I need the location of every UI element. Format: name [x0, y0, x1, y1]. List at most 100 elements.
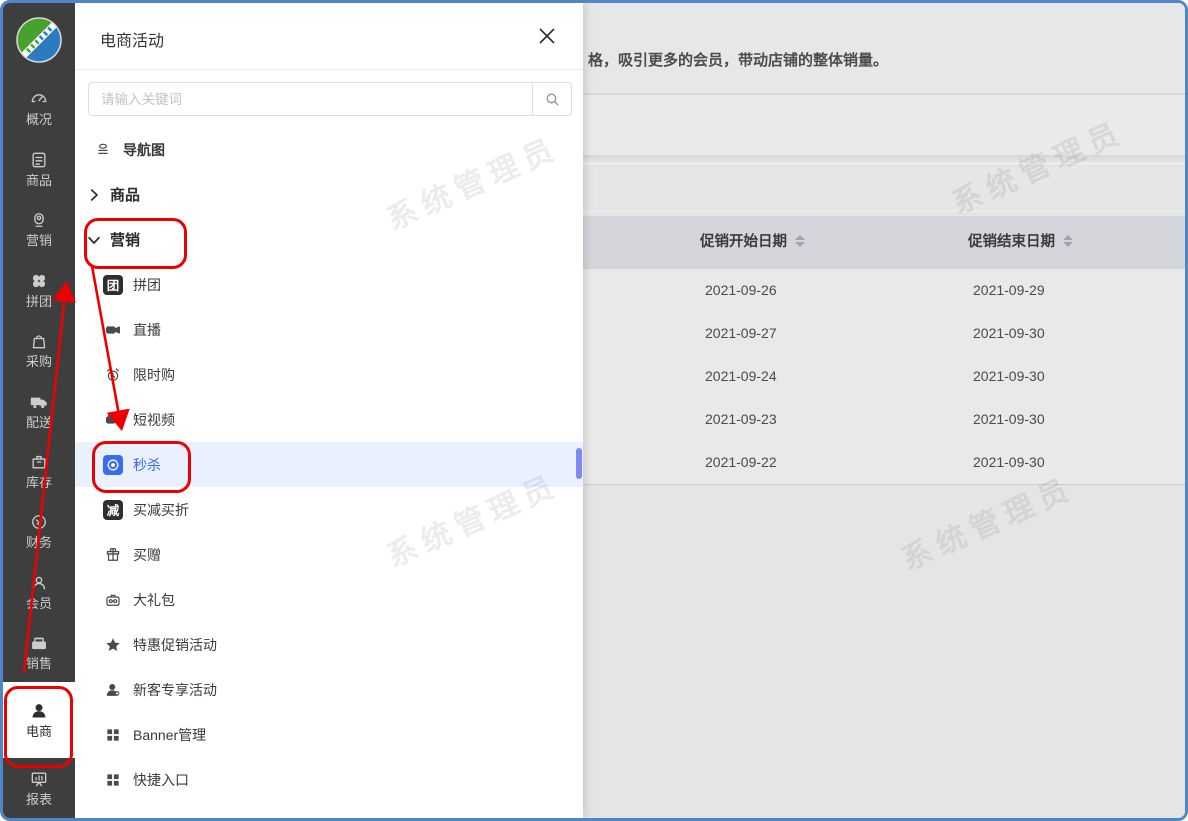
finance-coin-icon — [29, 512, 49, 532]
menu-item-gift[interactable]: 买赠 — [75, 532, 583, 577]
menu-item-flash-buy[interactable]: 限时购 — [75, 352, 583, 397]
menu-item-label: 短视频 — [133, 411, 175, 428]
sidebar-item-label: 报表 — [25, 792, 52, 808]
cell-start-date: 2021-09-27 — [705, 325, 777, 341]
chevron-down-icon — [84, 230, 104, 250]
column-header-end-date[interactable]: 促销结束日期 — [968, 216, 1073, 269]
flyout-header: 电商活动 — [75, 3, 583, 70]
menu-item-label: 大礼包 — [133, 591, 175, 608]
cell-end-date: 2021-09-30 — [973, 325, 1045, 341]
menu-item-label: 秒杀 — [133, 456, 161, 473]
menu-item-label: 营销 — [110, 232, 141, 249]
sidebar-item-label: 营销 — [25, 233, 52, 249]
sidebar-item-label: 商品 — [25, 172, 52, 188]
video-camera-icon — [103, 410, 123, 430]
logo-icon — [16, 17, 62, 63]
sort-caret-icon[interactable] — [795, 235, 805, 247]
ecommerce-person-icon — [29, 701, 49, 721]
navmap-icon — [93, 140, 113, 160]
panel-scrollbar-thumb[interactable] — [576, 448, 582, 479]
sidebar-item-marketing[interactable]: 营销 — [3, 198, 75, 258]
menu-item-marketing[interactable]: 营销 — [75, 217, 583, 262]
cell-end-date: 2021-09-30 — [973, 411, 1045, 427]
menu-item-short-video[interactable]: 短视频 — [75, 397, 583, 442]
menu-item-label: Banner管理 — [133, 726, 207, 743]
search-input[interactable] — [89, 83, 532, 115]
cell-end-date: 2021-09-29 — [973, 282, 1045, 298]
menu-item-label: 导航图 — [123, 141, 165, 158]
flyout-title: 电商活动 — [100, 33, 165, 50]
main-sidebar: 概况 商品 营销 拼团 采购 配送 库存 财务 会员 销售 电商 报表 — [3, 3, 75, 818]
sidebar-item-delivery[interactable]: 配送 — [3, 380, 75, 440]
menu-item-special-promo[interactable]: 特惠促销活动 — [75, 622, 583, 667]
discount-tile-icon: 减 — [103, 499, 123, 520]
menu-item-label: 买减买折 — [133, 501, 189, 518]
sidebar-item-purchase[interactable]: 采购 — [3, 319, 75, 379]
app-window: 格，吸引更多的会员，带动店铺的整体销量。 促销开始日期 促销结束日期 2021-… — [0, 0, 1188, 821]
sidebar-item-report[interactable]: 报表 — [3, 758, 75, 818]
sales-register-icon — [29, 633, 49, 653]
four-dots-icon — [29, 271, 49, 291]
sort-caret-icon[interactable] — [1063, 235, 1073, 247]
case-icon — [103, 590, 123, 610]
menu-item-label: 直播 — [133, 321, 161, 338]
sidebar-item-ecommerce[interactable]: 电商 — [3, 682, 75, 758]
sidebar-item-inventory[interactable]: 库存 — [3, 440, 75, 500]
seckill-tile-icon — [103, 454, 123, 475]
menu-item-banner-manage[interactable]: Banner管理 — [75, 712, 583, 757]
search-icon[interactable] — [532, 83, 571, 115]
keyword-searchbox — [88, 82, 572, 116]
cell-start-date: 2021-09-23 — [705, 411, 777, 427]
menu-item-groupbuy[interactable]: 团 拼团 — [75, 262, 583, 307]
menu-item-label: 特惠促销活动 — [133, 636, 217, 653]
sidebar-item-finance[interactable]: 财务 — [3, 501, 75, 561]
sidebar-item-groupbuy[interactable]: 拼团 — [3, 259, 75, 319]
sidebar-item-member[interactable]: 会员 — [3, 561, 75, 621]
app-logo[interactable] — [3, 3, 75, 77]
sidebar-item-goods[interactable]: 商品 — [3, 138, 75, 198]
member-person-icon — [29, 573, 49, 593]
report-board-icon — [29, 769, 49, 789]
menu-item-label: 买赠 — [133, 546, 161, 563]
column-header-start-date[interactable]: 促销开始日期 — [700, 216, 805, 269]
sidebar-item-label: 电商 — [25, 724, 52, 740]
delivery-truck-icon — [29, 392, 49, 412]
cell-start-date: 2021-09-26 — [705, 282, 777, 298]
menu-item-livestream[interactable]: 直播 — [75, 307, 583, 352]
grid-icon — [103, 770, 123, 790]
menu-item-label: 商品 — [110, 187, 141, 204]
person-plus-icon — [103, 680, 123, 700]
alarm-clock-icon — [103, 365, 123, 385]
sidebar-item-label: 财务 — [25, 535, 52, 551]
activity-menu: 导航图 商品 营销 团 拼团 直播 限时购 短视频 秒杀 减 买减买折 买赠 大… — [75, 127, 583, 802]
sidebar-item-label: 采购 — [25, 354, 52, 370]
sidebar-item-sales[interactable]: 销售 — [3, 622, 75, 682]
inventory-box-icon — [29, 452, 49, 472]
gift-icon — [103, 545, 123, 565]
sidebar-item-overview[interactable]: 概况 — [3, 77, 75, 137]
groupbuy-tile-icon: 团 — [103, 274, 123, 295]
gauge-icon — [29, 89, 49, 109]
menu-item-quick-entry[interactable]: 快捷入口 — [75, 757, 583, 802]
sidebar-item-label: 配送 — [25, 414, 52, 430]
menu-item-goods[interactable]: 商品 — [75, 172, 583, 217]
menu-item-discount[interactable]: 减 买减买折 — [75, 487, 583, 532]
sidebar-item-label: 销售 — [25, 656, 52, 672]
close-icon[interactable] — [533, 22, 561, 50]
purchase-bag-icon — [29, 331, 49, 351]
grid-icon — [103, 725, 123, 745]
cell-end-date: 2021-09-30 — [973, 454, 1045, 470]
menu-item-label: 拼团 — [133, 276, 161, 293]
goods-doc-icon — [29, 150, 49, 170]
star-icon — [103, 635, 123, 655]
menu-item-new-customer[interactable]: 新客专享活动 — [75, 667, 583, 712]
marketing-badge-icon — [29, 210, 49, 230]
chevron-right-icon — [84, 185, 104, 205]
cell-start-date: 2021-09-22 — [705, 454, 777, 470]
cell-start-date: 2021-09-24 — [705, 368, 777, 384]
menu-item-label: 限时购 — [133, 366, 175, 383]
menu-item-big-bundle[interactable]: 大礼包 — [75, 577, 583, 622]
sidebar-item-label: 会员 — [25, 595, 52, 611]
menu-item-seckill[interactable]: 秒杀 — [75, 442, 583, 487]
menu-item-navmap[interactable]: 导航图 — [75, 127, 583, 172]
